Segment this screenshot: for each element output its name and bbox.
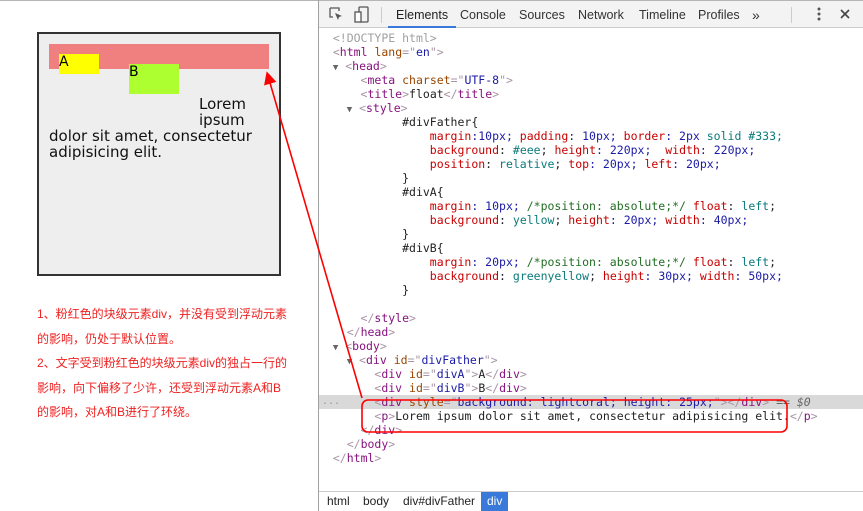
selected-marker: == $0 bbox=[776, 395, 811, 409]
tag-name: html bbox=[339, 45, 368, 59]
toolbar-separator bbox=[381, 7, 382, 23]
css-line: #divA{ bbox=[319, 185, 863, 199]
dom-node-div-b[interactable]: <div id="divB">B</div> bbox=[319, 381, 863, 395]
css-line: #divFather{ bbox=[319, 115, 863, 129]
device-mode-icon[interactable] bbox=[353, 6, 371, 24]
breadcrumb: html body div#divFather div bbox=[319, 491, 863, 511]
dom-node-title[interactable]: <title>float</title> bbox=[319, 87, 863, 101]
dom-node-body[interactable]: ▼ <body> bbox=[319, 339, 863, 353]
close-icon[interactable] bbox=[836, 6, 854, 24]
attr-value: en bbox=[416, 45, 430, 59]
tag-name: style bbox=[366, 101, 401, 115]
attr-name: charset bbox=[402, 73, 451, 87]
expand-triangle-icon[interactable]: ▼ bbox=[333, 63, 338, 73]
toolbar-separator bbox=[791, 7, 792, 23]
paragraph-line: Lorem bbox=[199, 95, 246, 113]
css-line: background: greenyellow; height: 30px; w… bbox=[429, 269, 783, 283]
text-node: float bbox=[409, 87, 444, 101]
css-line: } bbox=[402, 283, 410, 297]
page-preview-panel: A B Lorem ipsum dolor sit amet, consecte… bbox=[0, 0, 318, 511]
css-line: margin: 10px; /*position: absolute;*/ fl… bbox=[429, 199, 777, 213]
paragraph-line: dolor sit amet, consectetur bbox=[49, 127, 252, 145]
dom-node-doctype[interactable]: <!DOCTYPE html> bbox=[319, 31, 863, 45]
paragraph-line: adipisicing elit. bbox=[49, 143, 162, 161]
note-2: 2、文字受到粉红色的块级元素div的独占一行的影响，向下偏移了少许，还受到浮动元… bbox=[37, 356, 288, 419]
expand-triangle-icon[interactable]: ▼ bbox=[347, 105, 352, 115]
attr-name: lang bbox=[374, 45, 403, 59]
attr-value: UTF-8 bbox=[464, 73, 500, 87]
tag-name: head bbox=[352, 59, 380, 73]
css-line: margin: 20px; /*position: absolute;*/ fl… bbox=[429, 255, 777, 269]
dom-node-div-coral-selected[interactable]: ... <div style="background: lightcoral; … bbox=[319, 395, 863, 409]
div-b-box: B bbox=[129, 64, 179, 94]
css-selector: #divFather{ bbox=[402, 115, 479, 129]
tab-profiles[interactable]: Profiles bbox=[690, 1, 748, 28]
css-line: } bbox=[402, 171, 410, 185]
tab-sources[interactable]: Sources bbox=[511, 1, 573, 28]
tab-elements[interactable]: Elements bbox=[388, 1, 457, 28]
dom-node-html-close[interactable]: </html> bbox=[319, 451, 863, 465]
tag-name: title bbox=[457, 87, 493, 101]
css-line: #divB{ bbox=[319, 241, 863, 255]
breadcrumb-div-active[interactable]: div bbox=[481, 492, 509, 511]
dom-node-div-father[interactable]: ▼ <div id="divFather"> bbox=[319, 353, 863, 367]
dom-tree: <!DOCTYPE html> <html lang="en"> ▼ <head… bbox=[319, 29, 863, 491]
dom-node-meta[interactable]: <meta charset="UTF-8"> bbox=[319, 73, 863, 87]
expand-triangle-icon[interactable]: ▼ bbox=[333, 343, 338, 353]
tab-console[interactable]: Console bbox=[452, 1, 514, 28]
dom-node-head[interactable]: ▼ <head> bbox=[319, 59, 863, 73]
devtools-panel: Elements Console Sources Network Timelin… bbox=[319, 0, 863, 511]
dom-node-p[interactable]: <p>Lorem ipsum dolor sit amet, consectet… bbox=[319, 409, 863, 423]
explanation-notes: 1、粉红色的块级元素div，并没有受到浮动元素的影响，仍处于默认位置。 2、文字… bbox=[37, 302, 287, 425]
div-father-content: A B Lorem ipsum dolor sit amet, consecte… bbox=[49, 44, 269, 264]
paragraph-line: ipsum bbox=[199, 111, 245, 129]
css-line: } bbox=[402, 227, 410, 241]
dom-node-html[interactable]: <html lang="en"> bbox=[319, 45, 863, 59]
note-1: 1、粉红色的块级元素div，并没有受到浮动元素的影响，仍处于默认位置。 bbox=[37, 307, 288, 346]
css-line: position: relative; top: 20px; left: 20p… bbox=[429, 157, 721, 171]
div-father-box: A B Lorem ipsum dolor sit amet, consecte… bbox=[37, 32, 281, 276]
div-a-box: A bbox=[59, 54, 99, 74]
tab-timeline[interactable]: Timeline bbox=[631, 1, 694, 28]
dom-node-style-close[interactable]: </style> bbox=[319, 311, 863, 325]
kebab-menu-icon[interactable] bbox=[810, 6, 828, 24]
tag-name: meta bbox=[367, 73, 396, 87]
dom-node-div-close[interactable]: </div> bbox=[319, 423, 863, 437]
more-tabs-button[interactable]: » bbox=[744, 1, 768, 28]
inspect-element-icon[interactable] bbox=[327, 6, 345, 24]
expand-triangle-icon[interactable]: ▼ bbox=[347, 357, 352, 367]
dom-node-div-a[interactable]: <div id="divA">A</div> bbox=[319, 367, 863, 381]
breadcrumb-div-father[interactable]: div#divFather bbox=[399, 492, 479, 511]
gutter-dots[interactable]: ... bbox=[322, 395, 340, 409]
css-line: margin:10px; padding: 10px; border: 2px … bbox=[429, 129, 783, 143]
dom-node-body-close[interactable]: </body> bbox=[319, 437, 863, 451]
css-line: background: #eee; height: 220px; width: … bbox=[429, 143, 756, 157]
tag-name: title bbox=[367, 87, 403, 101]
doctype-text: <!DOCTYPE html> bbox=[332, 31, 437, 45]
breadcrumb-html[interactable]: html bbox=[323, 492, 354, 511]
devtools-toolbar: Elements Console Sources Network Timelin… bbox=[319, 0, 863, 28]
tab-network[interactable]: Network bbox=[570, 1, 632, 28]
css-selector: #divA{ bbox=[402, 185, 444, 199]
dom-node-head-close[interactable]: </head> bbox=[319, 325, 863, 339]
breadcrumb-body[interactable]: body bbox=[359, 492, 393, 511]
dom-node-style[interactable]: ▼ <style> bbox=[319, 101, 863, 115]
css-line: background: yellow; height: 20px; width:… bbox=[429, 213, 749, 227]
css-selector: #divB{ bbox=[402, 241, 444, 255]
